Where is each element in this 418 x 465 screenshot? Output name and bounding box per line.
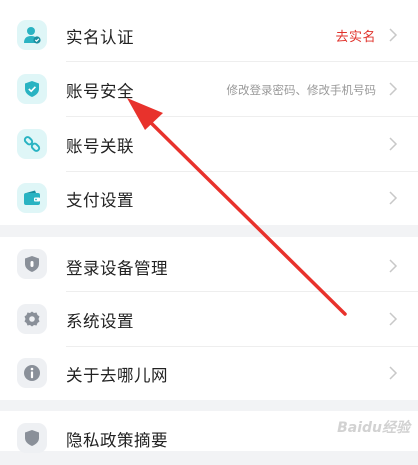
go-verify-link[interactable]: 去实名: [335, 26, 376, 45]
gear-icon: [17, 304, 47, 334]
settings-item-label: 账号关联: [66, 137, 134, 156]
settings-item-label: 关于去哪儿网: [66, 366, 168, 385]
settings-group-system: 登录设备管理 系统设置 关于去哪儿网: [0, 237, 418, 400]
settings-item-account-security[interactable]: 账号安全 修改登录密码、修改手机号码: [0, 62, 418, 116]
settings-item-device-management[interactable]: 登录设备管理: [0, 237, 418, 291]
chevron-right-icon: [389, 312, 398, 326]
settings-item-account-link[interactable]: 账号关联: [0, 117, 418, 171]
settings-item-hint: 修改登录密码、修改手机号码: [226, 83, 377, 97]
settings-item-label: 实名认证: [66, 28, 134, 47]
settings-item-label: 系统设置: [66, 312, 134, 331]
shield-check-icon: [17, 74, 47, 104]
verified-user-icon: [17, 20, 47, 50]
wallet-icon: [17, 183, 47, 213]
info-icon: [17, 358, 47, 388]
settings-item-payment[interactable]: 支付设置: [0, 171, 418, 225]
settings-item-label: 隐私政策摘要: [66, 431, 168, 450]
chevron-right-icon: [389, 28, 398, 42]
device-shield-icon: [17, 249, 47, 279]
settings-item-system-settings[interactable]: 系统设置: [0, 292, 418, 346]
settings-item-about[interactable]: 关于去哪儿网: [0, 346, 418, 400]
chevron-right-icon: [389, 82, 398, 96]
settings-item-label: 支付设置: [66, 191, 134, 210]
settings-group-account: 实名认证 去实名 账号安全 修改登录密码、修改手机号码 账号关联 支付设置: [0, 0, 418, 225]
settings-item-label: 账号安全: [66, 82, 134, 101]
chevron-right-icon: [389, 259, 398, 273]
chevron-right-icon: [389, 191, 398, 205]
privacy-shield-icon: [17, 423, 47, 453]
chevron-right-icon: [389, 137, 398, 151]
chevron-right-icon: [389, 366, 398, 380]
settings-item-label: 登录设备管理: [66, 259, 168, 278]
watermark: Baidu经验: [337, 420, 410, 436]
settings-item-real-name[interactable]: 实名认证 去实名: [0, 8, 418, 62]
link-icon: [17, 129, 47, 159]
